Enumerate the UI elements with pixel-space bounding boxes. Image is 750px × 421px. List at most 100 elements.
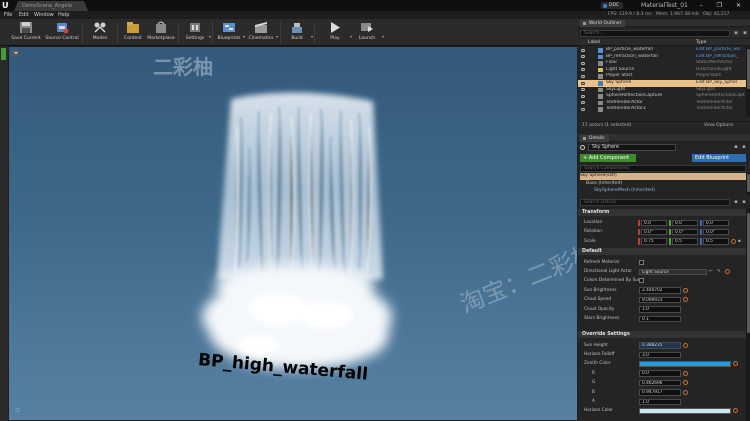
details-scroll-thumb[interactable] bbox=[746, 213, 750, 333]
rotation-y-field[interactable]: 0.0° bbox=[672, 228, 698, 236]
visibility-eye-icon[interactable] bbox=[581, 101, 585, 105]
outliner-scroll-thumb[interactable] bbox=[746, 49, 750, 89]
pick-actor-icon[interactable]: ↩ bbox=[709, 267, 713, 276]
zenith-a-field[interactable]: 1.0 bbox=[639, 398, 681, 405]
visibility-eye-icon[interactable] bbox=[581, 48, 585, 52]
horizon-color-swatch[interactable] bbox=[639, 407, 731, 415]
component-base[interactable]: Base (Inherited) bbox=[580, 181, 746, 188]
settings-dropdown-icon[interactable]: ▾ bbox=[209, 34, 211, 39]
cinematics-dropdown-icon[interactable]: ▾ bbox=[276, 34, 278, 39]
tab-world-outliner[interactable]: World Outliner bbox=[580, 20, 626, 27]
view-options-button[interactable]: View Options bbox=[704, 122, 733, 129]
reset-to-default-icon[interactable] bbox=[683, 342, 688, 348]
location-x-field[interactable]: 0.0 bbox=[641, 219, 667, 226]
sun-height-field[interactable]: 0.388235 bbox=[639, 342, 681, 349]
category-override-settings[interactable]: Override Settings bbox=[578, 331, 750, 338]
add-component-button[interactable]: + Add Component bbox=[580, 154, 636, 162]
blueprints-dropdown-icon[interactable]: ▾ bbox=[243, 34, 245, 39]
prop-label[interactable]: Scale bbox=[584, 237, 596, 246]
modes-button[interactable]: Modes bbox=[86, 19, 114, 46]
cloud-opacity-field[interactable]: 1.0 bbox=[639, 306, 681, 313]
launch-button[interactable]: Launch ▾ bbox=[352, 19, 384, 46]
cloud-speed-field[interactable]: 9.090931 bbox=[639, 296, 681, 304]
reset-to-default-icon[interactable] bbox=[683, 287, 688, 293]
lock-icon[interactable]: ▪ bbox=[732, 144, 740, 151]
outliner-row[interactable]: TextRenderActor TextRenderActor bbox=[578, 100, 750, 107]
rotation-z-field[interactable]: 0.0° bbox=[703, 228, 729, 236]
menu-edit[interactable]: Edit bbox=[19, 11, 29, 19]
outliner-row[interactable]: BP_particle_waterfall Edit BP_particle_wa bbox=[578, 47, 750, 54]
outliner-add-folder-icon[interactable]: ▪ bbox=[732, 30, 740, 37]
zenith-g-field[interactable]: 0.462696 bbox=[639, 379, 681, 387]
stars-brightness-field[interactable]: 0.1 bbox=[639, 315, 681, 322]
location-y-field[interactable]: 0.0 bbox=[672, 219, 698, 226]
outliner-row-type[interactable]: Edit BP_refraction_ bbox=[696, 54, 738, 61]
reset-to-default-icon[interactable] bbox=[683, 297, 688, 303]
level-viewport[interactable]: 二彩柚 淘宝：二彩柚素材 BP_high_waterfall ⊙ bbox=[8, 46, 578, 421]
components-scroll-thumb[interactable] bbox=[746, 174, 750, 192]
scale-x-field[interactable]: 0.75 bbox=[641, 238, 667, 245]
unreal-logo-icon[interactable]: U bbox=[2, 1, 10, 10]
details-eye-icon[interactable]: ▪ bbox=[740, 199, 748, 206]
actor-name-input[interactable]: Sky Sphere bbox=[588, 144, 676, 151]
marketplace-button[interactable]: Marketplace bbox=[146, 19, 176, 46]
component-sky-sphere-mesh[interactable]: SkySphereMesh (Inherited) bbox=[580, 188, 746, 195]
build-dropdown-icon[interactable]: ▾ bbox=[311, 34, 313, 39]
outliner-options-icon[interactable]: ▪ bbox=[741, 30, 749, 37]
visibility-eye-icon[interactable] bbox=[581, 55, 585, 59]
visibility-eye-icon[interactable] bbox=[581, 94, 585, 98]
menu-file[interactable]: File bbox=[4, 11, 12, 19]
refresh-material-checkbox[interactable] bbox=[639, 259, 644, 265]
outliner-row[interactable]: Light Source DirectionalLight bbox=[578, 67, 750, 74]
reset-to-default-icon[interactable] bbox=[683, 370, 688, 376]
outliner-row-selected[interactable]: Sky Sphere Edit BP_Sky_Spher bbox=[578, 80, 750, 87]
visibility-eye-icon[interactable] bbox=[581, 61, 585, 65]
outliner-scrollbar[interactable] bbox=[746, 47, 750, 117]
directional-light-dropdown[interactable]: Light Source bbox=[639, 268, 707, 275]
sun-brightness-field[interactable]: 2.440702 bbox=[639, 287, 681, 294]
document-tab[interactable]: DemoScene_Angela bbox=[14, 1, 88, 11]
component-search-input[interactable]: Search Components bbox=[580, 165, 746, 172]
build-button[interactable]: Build ▾ bbox=[283, 19, 313, 46]
rotation-x-field[interactable]: 0.0° bbox=[641, 228, 667, 236]
save-current-button[interactable]: Save Current bbox=[9, 19, 43, 46]
colors-by-sun-checkbox[interactable] bbox=[639, 278, 644, 284]
window-controls[interactable]: – ❐ ✕ bbox=[700, 2, 747, 9]
reset-to-default-icon[interactable] bbox=[733, 361, 738, 367]
reset-to-default-icon[interactable] bbox=[731, 238, 736, 244]
reset-to-default-icon[interactable] bbox=[683, 380, 688, 386]
visibility-eye-icon[interactable] bbox=[581, 74, 585, 78]
outliner-row[interactable]: Player Start PlayerStart bbox=[578, 73, 750, 80]
grid-view-icon[interactable]: ▪ bbox=[740, 144, 748, 151]
lock-scale-icon[interactable]: ▪ bbox=[738, 237, 741, 246]
component-self[interactable]: Sky Sphere(self) bbox=[580, 173, 746, 180]
outliner-row-type[interactable]: Edit BP_Sky_Spher bbox=[696, 80, 738, 87]
blueprints-button[interactable]: Blueprints ▾ bbox=[215, 19, 245, 46]
zenith-color-swatch[interactable] bbox=[639, 360, 731, 368]
visibility-eye-icon[interactable] bbox=[581, 107, 585, 111]
visibility-eye-icon[interactable] bbox=[581, 88, 585, 92]
settings-button[interactable]: Settings ▾ bbox=[181, 19, 211, 46]
outliner-row[interactable]: Floor StaticMeshActor bbox=[578, 60, 750, 67]
reset-to-default-icon[interactable] bbox=[683, 389, 688, 395]
components-scrollbar[interactable] bbox=[746, 173, 750, 195]
menu-help[interactable]: Help bbox=[58, 11, 69, 19]
launch-dropdown-icon[interactable]: ▾ bbox=[382, 34, 384, 39]
column-label[interactable]: Label bbox=[588, 39, 600, 46]
location-z-field[interactable]: 0.0 bbox=[703, 219, 729, 226]
eyedropper-icon[interactable]: ✎ bbox=[717, 267, 721, 276]
prop-label[interactable]: Rotation bbox=[584, 227, 602, 236]
prop-label[interactable]: Location bbox=[584, 218, 602, 227]
source-control-badge[interactable]: DDC bbox=[601, 2, 623, 9]
outliner-row[interactable]: BP_refraction_waterfall Edit BP_refractio… bbox=[578, 54, 750, 61]
category-transform[interactable]: Transform bbox=[578, 209, 750, 216]
content-button[interactable]: Content bbox=[120, 19, 146, 46]
horizon-falloff-field[interactable]: 3.0 bbox=[639, 351, 681, 358]
modes-edge-tab[interactable] bbox=[1, 48, 6, 60]
source-control-button[interactable]: Source Control bbox=[45, 19, 79, 46]
scale-y-field[interactable]: 0.5 bbox=[672, 238, 698, 245]
column-type[interactable]: Type bbox=[696, 39, 706, 46]
details-view-options-icon[interactable]: ▪ bbox=[732, 199, 740, 206]
category-default[interactable]: Default bbox=[578, 248, 750, 255]
outliner-row[interactable]: SkyLight SkyLight bbox=[578, 87, 750, 94]
